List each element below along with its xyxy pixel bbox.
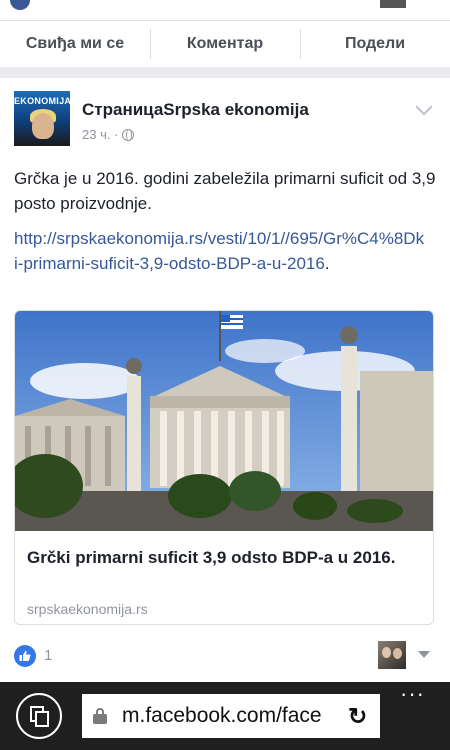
- thumbs-up-icon: [19, 650, 31, 661]
- like-reaction-icon[interactable]: [14, 645, 36, 667]
- caret-down-icon[interactable]: [418, 651, 430, 658]
- share-button[interactable]: Подели: [300, 21, 450, 67]
- avatar-magazine-title: EKONOMIJA: [14, 96, 70, 106]
- link-preview-card[interactable]: Grčki primarni suficit 3,9 odsto BDP-a u…: [14, 310, 434, 625]
- tabs-button[interactable]: [16, 693, 62, 739]
- post-text: Grčka je u 2016. godini zabeležila prima…: [14, 169, 436, 213]
- like-count[interactable]: 1: [44, 647, 52, 664]
- post-action-bar: Свиђа ми се Коментар Подели: [0, 20, 450, 67]
- avatar-face: [32, 113, 54, 139]
- address-bar[interactable]: m.facebook.com/face ↻: [82, 694, 380, 738]
- like-button[interactable]: Свиђа ми се: [0, 21, 150, 67]
- post-link[interactable]: http://srpskaekonomija.rs/vesti/10/1//69…: [14, 226, 426, 276]
- tabs-icon-front: [35, 711, 49, 727]
- more-options-icon[interactable]: ···: [400, 682, 425, 706]
- post-link-url[interactable]: http://srpskaekonomija.rs/vesti/10/1//69…: [14, 229, 424, 273]
- link-preview-domain: srpskaekonomija.rs: [27, 601, 148, 617]
- previous-avatar: [10, 0, 30, 10]
- link-preview-title[interactable]: Grčki primarni suficit 3,9 odsto BDP-a u…: [27, 546, 423, 569]
- timestamp-text: 23 ч. ·: [82, 127, 119, 142]
- post-timestamp[interactable]: 23 ч. ·: [82, 127, 135, 142]
- comment-button[interactable]: Коментар: [150, 21, 300, 67]
- refresh-icon[interactable]: ↻: [348, 704, 367, 728]
- url-text[interactable]: m.facebook.com/face: [122, 704, 347, 728]
- post-link-period: .: [324, 254, 330, 273]
- lock-icon: [93, 708, 107, 724]
- previous-post-strip: [0, 0, 450, 20]
- author-avatar[interactable]: EKONOMIJA: [14, 91, 70, 146]
- reacting-friend-avatar[interactable]: [378, 641, 406, 669]
- browser-toolbar: m.facebook.com/face ↻ ···: [0, 682, 450, 750]
- author-name[interactable]: СтраницаSrpska ekonomija: [82, 100, 309, 120]
- link-preview-image: [15, 311, 433, 531]
- previous-thumbnail: [380, 0, 406, 8]
- globe-icon: [122, 128, 135, 141]
